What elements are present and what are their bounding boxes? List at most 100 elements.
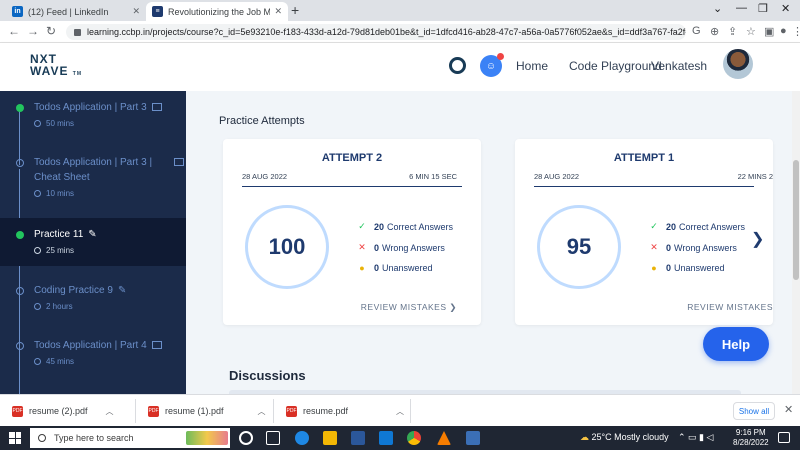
nxtwave-logo[interactable]: NXT WAVE TM (30, 53, 82, 80)
chevron-up-icon[interactable]: ︿ (106, 406, 114, 417)
system-tray-icons[interactable]: ⌃ ▭ ▮ ◁ (678, 432, 713, 443)
profile-icon[interactable]: ● (780, 25, 787, 37)
sidebar-item-practice-11[interactable]: Practice 11 ✎ 25 mins (0, 218, 186, 266)
sidebar-item-coding-practice-9[interactable]: Coding Practice 9 ✎ 2 hours (0, 283, 186, 329)
count: 0 (374, 263, 380, 273)
cortana-icon[interactable] (239, 431, 253, 445)
module-time: 45 mins (46, 357, 75, 366)
windows-start-icon[interactable] (9, 432, 21, 444)
stopwatch-icon[interactable] (449, 57, 466, 74)
window-close-icon[interactable]: ✕ (781, 2, 790, 15)
clock-date: 8/28/2022 (733, 438, 769, 447)
divider (242, 186, 462, 187)
discussions-title: Discussions (229, 368, 306, 383)
chat-icon[interactable]: ☺ (480, 53, 504, 77)
scrollbar-thumb[interactable] (793, 160, 799, 280)
url-text: learning.ccbp.in/projects/course?c_id=5e… (87, 27, 686, 37)
pencil-icon: ✎ (88, 229, 97, 240)
vlc-icon[interactable] (437, 431, 451, 445)
bookmark-star-icon[interactable]: ☆ (746, 25, 756, 38)
count: 0 (666, 263, 672, 273)
pending-circle-icon (16, 342, 24, 350)
download-item[interactable]: PDF resume.pdf ︿ (286, 404, 404, 418)
search-placeholder: Type here to search (54, 433, 134, 443)
weather-status[interactable]: ☁ 25°C Mostly cloudy (580, 432, 669, 443)
windows-taskbar: Type here to search ☁ 25°C Mostly cloudy… (0, 426, 800, 450)
back-icon[interactable]: ← (8, 24, 20, 38)
reload-icon[interactable]: ↻ (46, 24, 56, 38)
maximize-icon[interactable]: ❐ (758, 2, 768, 15)
divider (534, 186, 754, 187)
edge-icon[interactable] (295, 431, 309, 445)
dot-icon: ● (651, 263, 657, 273)
file-name: resume (1).pdf (165, 406, 224, 416)
address-bar: ← → ↻ learning.ccbp.in/projects/course?c… (0, 21, 800, 43)
sidepanel-icon[interactable]: ▣ (764, 25, 774, 38)
download-item[interactable]: PDF resume (2).pdf ︿ (12, 404, 114, 418)
chevron-up-icon[interactable]: ︿ (258, 406, 266, 417)
tab-linkedin[interactable]: in (12) Feed | LinkedIn ✕ (6, 2, 146, 21)
sidebar-item-todos-part3-cheatsheet[interactable]: Todos Application | Part 3 | Cheat Sheet… (0, 155, 186, 215)
url-field[interactable]: learning.ccbp.in/projects/course?c_id=5e… (66, 24, 686, 40)
clock-icon (34, 358, 41, 365)
minimize-icon[interactable]: — (736, 2, 747, 14)
correct-answers: ✓ 20 Correct Answers (356, 221, 453, 232)
close-icon[interactable]: ✕ (784, 403, 793, 416)
attempt-date: 28 AUG 2022 (534, 172, 580, 181)
google-icon[interactable]: G (692, 25, 701, 37)
sidebar-item-todos-part4[interactable]: Todos Application | Part 4 45 mins (0, 338, 186, 384)
tab-title: (12) Feed | LinkedIn (28, 6, 109, 17)
pdf-icon: PDF (148, 405, 159, 417)
file-explorer-icon[interactable] (323, 431, 337, 445)
share-icon[interactable]: ⇪ (728, 25, 737, 38)
pdf-icon: PDF (12, 405, 23, 417)
weather-text: 25°C Mostly cloudy (591, 432, 669, 442)
pending-circle-icon (16, 287, 24, 295)
chevron-up-icon[interactable]: ︿ (396, 406, 404, 417)
help-button[interactable]: Help (703, 327, 769, 361)
close-icon[interactable]: ✕ (132, 6, 140, 17)
avatar[interactable] (723, 49, 753, 79)
zoom-icon[interactable]: ⊕ (710, 25, 719, 38)
mail-icon[interactable] (379, 431, 393, 445)
attempt-duration: 6 MIN 15 SEC (409, 172, 457, 181)
module-title: Todos Application | Part 4 (34, 340, 147, 351)
unanswered: ● 0 Unanswered (648, 263, 724, 273)
tab-nxtwave[interactable]: ≡ Revolutionizing the Job Market | ✕ (146, 2, 288, 21)
downloads-bar: PDF resume (2).pdf ︿ PDF resume (1).pdf ︿ PD… (0, 394, 800, 426)
app-icon[interactable] (466, 431, 480, 445)
store-icon[interactable] (351, 431, 365, 445)
clock-icon (34, 120, 41, 127)
notification-icon[interactable] (778, 432, 790, 443)
pencil-icon: ✎ (117, 285, 127, 296)
chrome-icon[interactable] (407, 431, 421, 445)
new-tab-icon[interactable]: + (291, 3, 299, 17)
attempt-heading: ATTEMPT 1 (613, 152, 675, 164)
review-mistakes-button[interactable]: REVIEW MISTAKES (687, 302, 773, 312)
nav-home[interactable]: Home (516, 59, 548, 73)
close-icon[interactable]: ✕ (274, 6, 282, 17)
check-icon: ✓ (650, 221, 658, 231)
nxtwave-favicon-icon: ≡ (152, 6, 163, 17)
section-title: Practice Attempts (219, 115, 305, 127)
news-widget-icon[interactable] (186, 431, 228, 445)
chevron-right-icon[interactable]: ❯ (751, 229, 764, 249)
nav-user-name[interactable]: Venkatesh (651, 59, 707, 73)
nav-code-playground[interactable]: Code Playground (569, 59, 662, 73)
download-item[interactable]: PDF resume (1).pdf ︿ (148, 404, 266, 418)
forward-icon[interactable]: → (27, 24, 39, 38)
tab-search-chevron-icon[interactable]: ⌄ (713, 2, 722, 15)
label: Wrong Answers (674, 242, 737, 253)
review-mistakes-button[interactable]: REVIEW MISTAKES ❯ (361, 302, 457, 313)
lock-icon (74, 28, 81, 36)
menu-kebab-icon[interactable]: ⋮ (792, 25, 800, 38)
pdf-icon: PDF (286, 405, 297, 417)
show-all-button[interactable]: Show all (733, 402, 775, 420)
completed-check-icon (16, 231, 24, 239)
unanswered: ● 0 Unanswered (356, 263, 432, 273)
task-view-icon[interactable] (266, 431, 280, 445)
taskbar-clock[interactable]: 9:16 PM 8/28/2022 (733, 428, 769, 448)
course-sidebar: Todos Application | Part 3 50 mins Todos… (0, 91, 186, 394)
sidebar-item-todos-part3[interactable]: Todos Application | Part 3 50 mins (0, 100, 186, 146)
module-time: 50 mins (46, 119, 75, 128)
